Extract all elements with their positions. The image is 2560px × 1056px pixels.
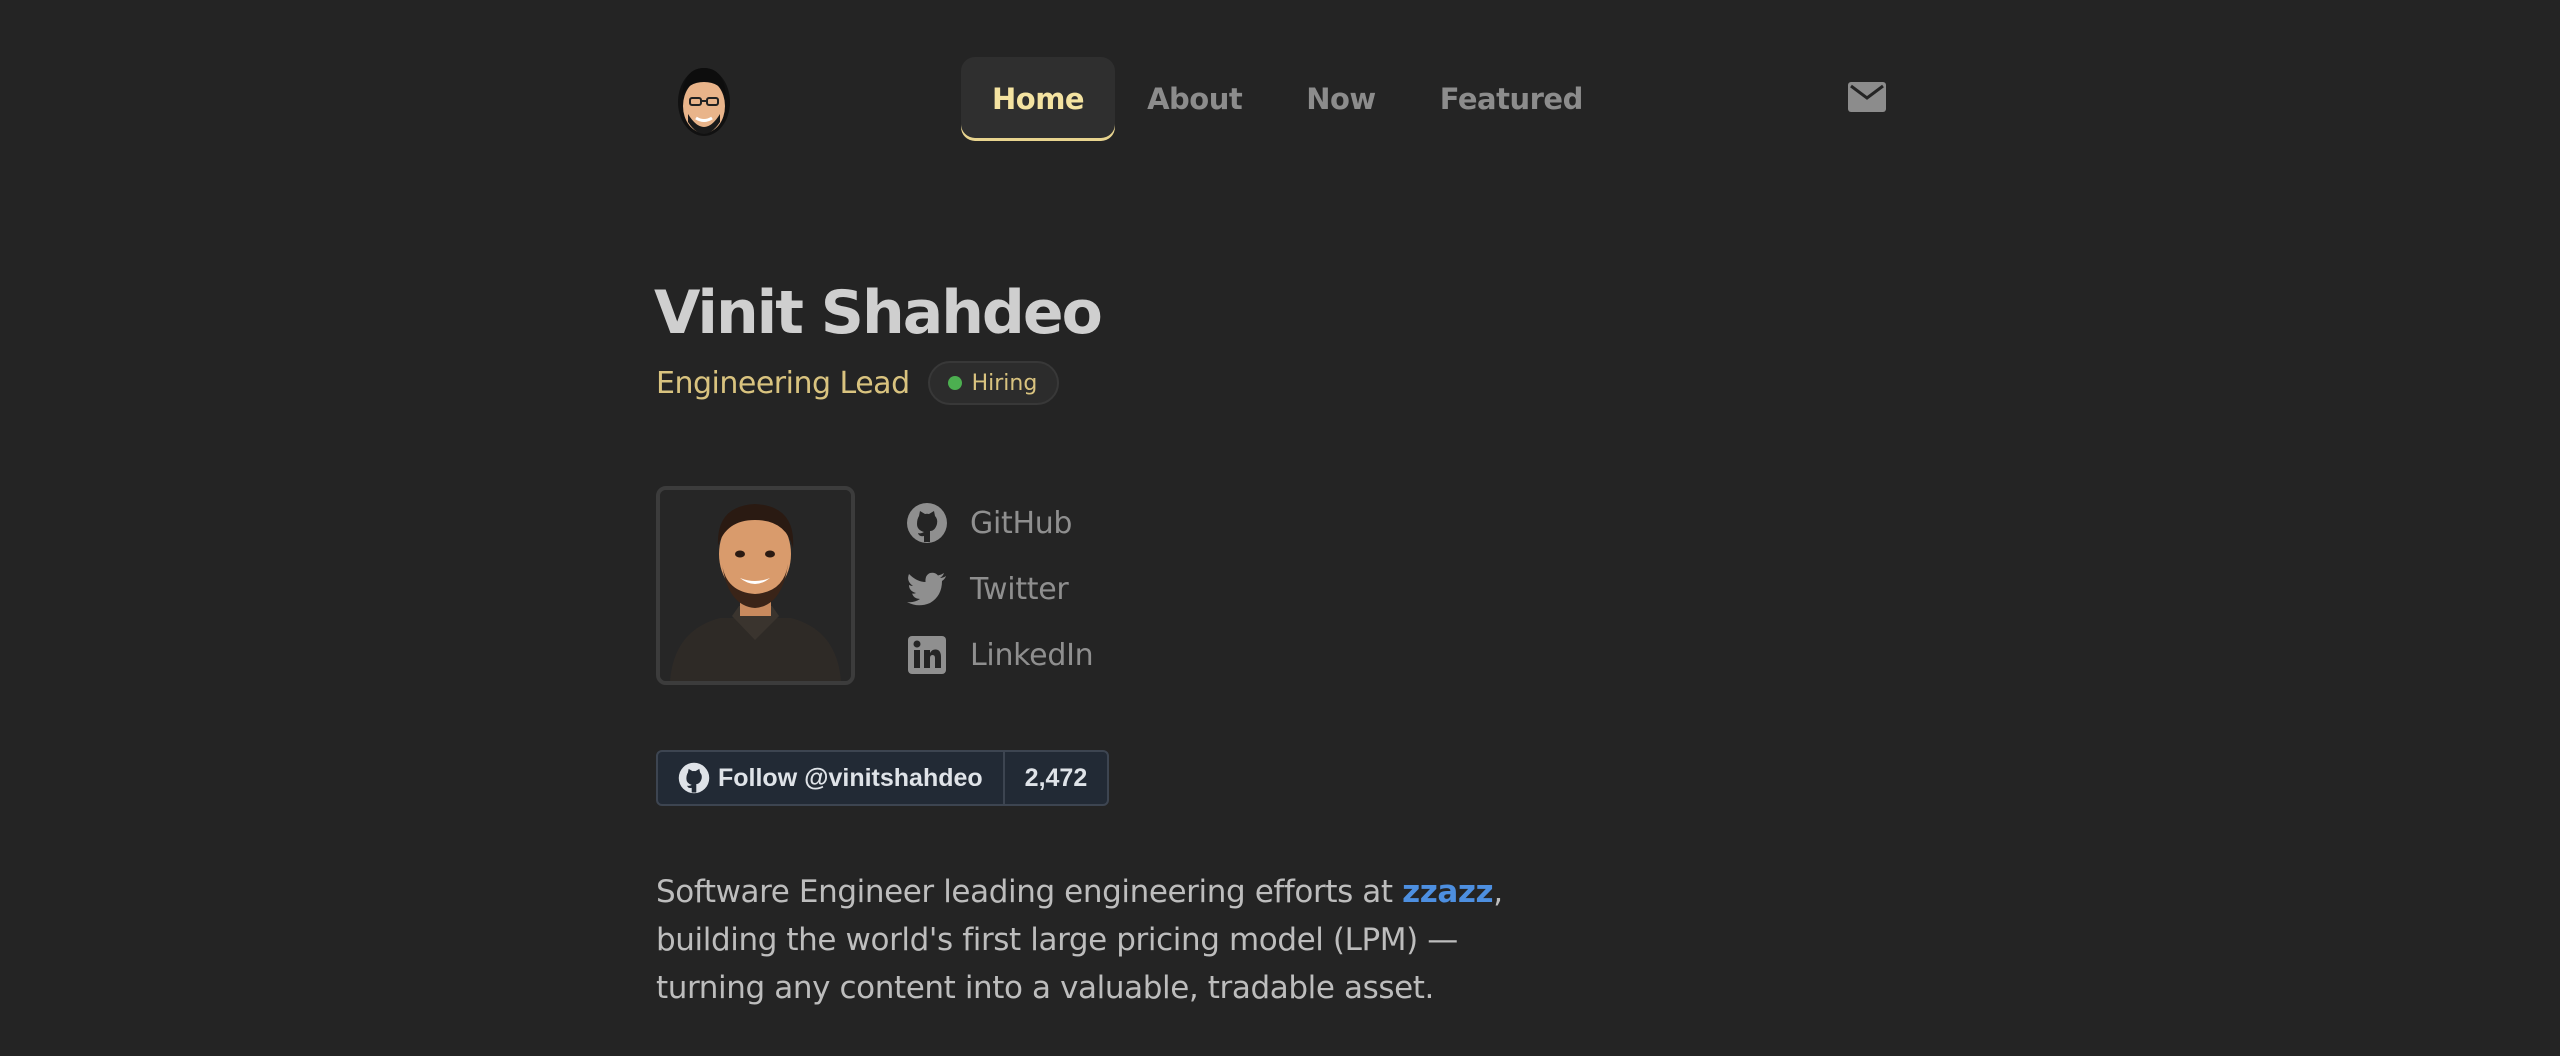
avatar-portrait-icon — [660, 490, 851, 681]
mail-icon[interactable] — [1848, 82, 1886, 112]
linkedin-icon — [908, 636, 946, 674]
bio-text-start: Software Engineer leading engineering ef… — [656, 874, 1403, 910]
social-link-twitter[interactable]: Twitter — [906, 556, 1093, 622]
social-link-linkedin[interactable]: LinkedIn — [906, 622, 1094, 688]
hiring-badge: Hiring — [927, 361, 1060, 405]
nav-home[interactable]: Home — [961, 57, 1116, 141]
site-header: Home About Now Featured — [656, 52, 1896, 144]
nav-about[interactable]: About — [1115, 57, 1274, 141]
social-label-twitter: Twitter — [970, 571, 1069, 607]
social-links: GitHub Twitter LinkedIn — [906, 490, 1094, 688]
main-nav: Home About Now Featured — [961, 57, 1615, 141]
company-link[interactable]: zzazz — [1402, 874, 1493, 910]
twitter-icon — [907, 572, 946, 606]
github-icon — [907, 503, 947, 543]
status-dot-icon — [947, 376, 962, 390]
follow-button-label: Follow @vinitshahdeo — [718, 763, 983, 792]
role-title: Engineering Lead — [656, 365, 910, 401]
avatar — [656, 486, 855, 685]
logo-face-icon[interactable] — [674, 56, 734, 144]
social-link-github[interactable]: GitHub — [906, 490, 1093, 556]
nav-featured[interactable]: Featured — [1408, 57, 1615, 141]
social-label-github: GitHub — [970, 505, 1073, 541]
follower-count[interactable]: 2,472 — [1002, 752, 1108, 804]
github-follow-widget: Follow @vinitshahdeo 2,472 — [656, 750, 1110, 806]
follow-button[interactable]: Follow @vinitshahdeo — [658, 752, 1003, 804]
bio-paragraph: Software Engineer leading engineering ef… — [656, 868, 1576, 1012]
social-label-linkedin: LinkedIn — [970, 637, 1094, 673]
profile-name: Vinit Shahdeo — [654, 278, 1103, 348]
role-row: Engineering Lead Hiring — [656, 360, 1060, 406]
hiring-badge-label: Hiring — [971, 370, 1038, 396]
nav-now[interactable]: Now — [1274, 57, 1408, 141]
github-icon — [678, 762, 710, 794]
